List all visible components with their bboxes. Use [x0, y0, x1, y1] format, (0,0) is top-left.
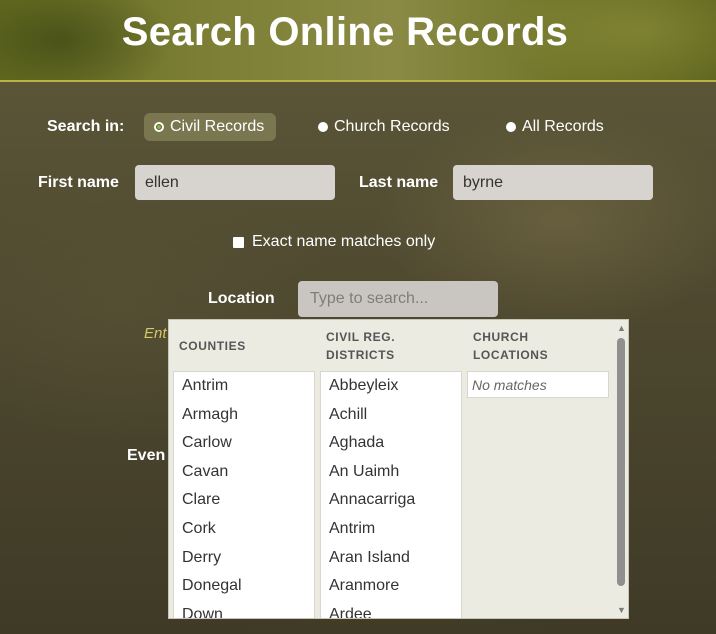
list-item[interactable]: Aran Island	[321, 544, 461, 573]
radio-label: All Records	[522, 118, 604, 135]
list-item[interactable]: Antrim	[321, 515, 461, 544]
radio-label: Church Records	[334, 118, 450, 135]
location-search-input[interactable]: Type to search...	[298, 281, 498, 317]
exact-match-option[interactable]: Exact name matches only	[233, 233, 435, 251]
list-item[interactable]: Aranmore	[321, 572, 461, 601]
radio-all-records[interactable]: All Records	[506, 113, 614, 141]
list-item[interactable]: Cavan	[174, 458, 314, 487]
church-heading-line2: LOCATIONS	[473, 348, 549, 362]
first-name-input[interactable]: ellen	[135, 165, 335, 200]
location-hint-text: Ent	[144, 325, 167, 342]
districts-heading-line2: DISTRICTS	[326, 348, 395, 362]
counties-list[interactable]: Antrim Armagh Carlow Cavan Clare Cork De…	[173, 371, 315, 618]
no-matches-text: No matches	[472, 377, 547, 393]
church-list: No matches	[467, 371, 609, 398]
list-item[interactable]: Clare	[174, 486, 314, 515]
counties-heading-text: COUNTIES	[179, 339, 246, 353]
list-item[interactable]: Down	[174, 601, 314, 618]
radio-selected-icon	[154, 122, 164, 132]
last-name-input[interactable]: byrne	[453, 165, 653, 200]
list-item[interactable]: Cork	[174, 515, 314, 544]
exact-match-label: Exact name matches only	[252, 233, 436, 250]
districts-heading-line1: CIVIL REG.	[326, 330, 396, 344]
search-in-label: Search in:	[47, 118, 125, 135]
church-heading-line1: CHURCH	[473, 330, 529, 344]
scroll-thumb[interactable]	[617, 338, 625, 586]
page-title: Search Online Records	[121, 10, 569, 54]
districts-heading: CIVIL REG. DISTRICTS	[326, 328, 395, 364]
location-dropdown[interactable]: COUNTIES CIVIL REG. DISTRICTS CHURCH LOC…	[168, 319, 629, 619]
list-item[interactable]: Abbeyleix	[321, 372, 461, 401]
first-name-label: First name	[38, 174, 119, 191]
exact-match-checkbox[interactable]	[233, 236, 244, 248]
list-item[interactable]: Carlow	[174, 429, 314, 458]
list-item[interactable]: An Uaimh	[321, 458, 461, 487]
location-label: Location	[208, 290, 275, 307]
list-item[interactable]: Ardee	[321, 601, 461, 618]
event-label: Even	[127, 447, 166, 464]
radio-label: Civil Records	[170, 118, 265, 135]
dropdown-scrollbar[interactable]: ▲ ▼	[614, 320, 628, 618]
list-item[interactable]: Aghada	[321, 429, 461, 458]
scroll-down-icon[interactable]: ▼	[617, 606, 626, 615]
radio-civil-records[interactable]: Civil Records	[144, 113, 277, 141]
districts-list[interactable]: Abbeyleix Achill Aghada An Uaimh Annacar…	[320, 371, 462, 618]
list-item[interactable]: Annacarriga	[321, 486, 461, 515]
church-heading: CHURCH LOCATIONS	[473, 328, 548, 364]
list-item[interactable]: Derry	[174, 544, 314, 573]
radio-unselected-icon	[506, 122, 516, 132]
header-banner: Search Online Records	[0, 0, 716, 82]
counties-heading: COUNTIES	[179, 337, 246, 355]
list-item[interactable]: Donegal	[174, 572, 314, 601]
list-item[interactable]: Achill	[321, 401, 461, 430]
radio-church-records[interactable]: Church Records	[318, 113, 460, 141]
list-item[interactable]: Antrim	[174, 372, 314, 401]
last-name-label: Last name	[359, 174, 439, 191]
radio-unselected-icon	[318, 122, 328, 132]
scroll-up-icon[interactable]: ▲	[617, 324, 626, 333]
list-item[interactable]: Armagh	[174, 401, 314, 430]
